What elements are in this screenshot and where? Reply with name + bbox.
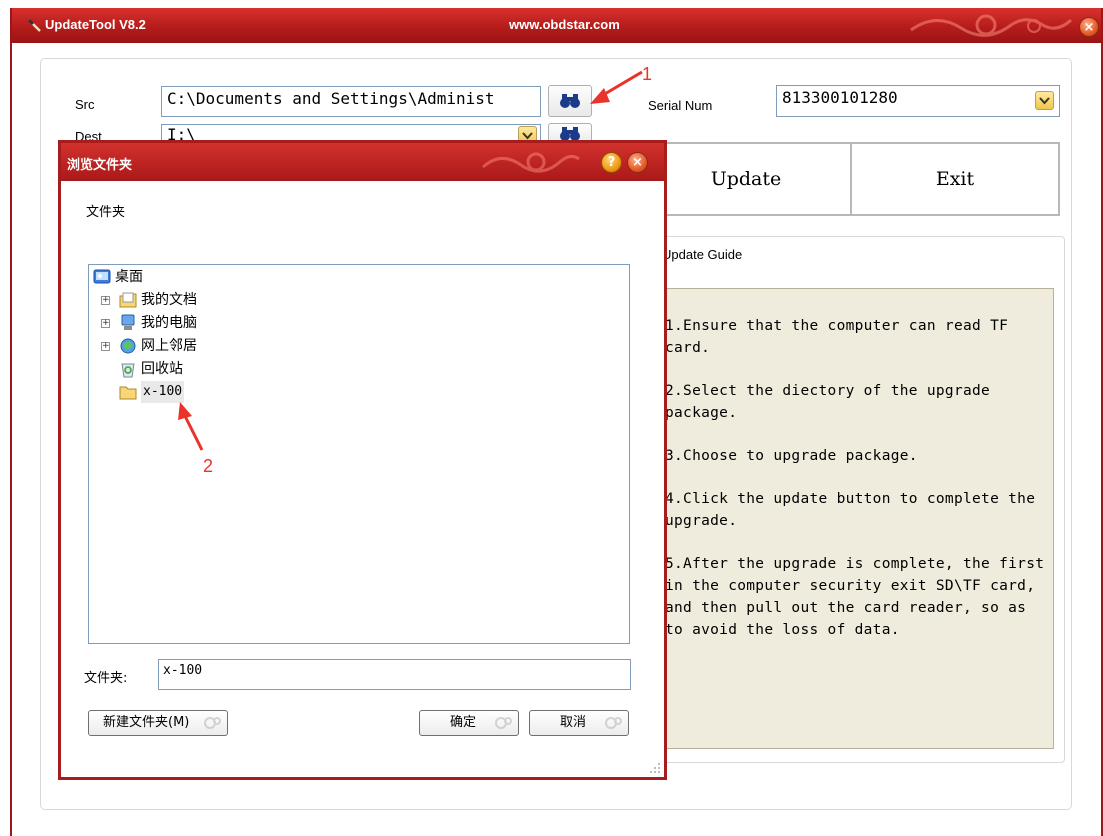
guide-step: 5.After the upgrade is complete, the fir… bbox=[665, 556, 1054, 638]
resize-grip-icon[interactable] bbox=[649, 762, 661, 774]
swirl-ornament-icon bbox=[910, 14, 1073, 37]
desktop-icon bbox=[93, 269, 111, 284]
dialog-title: 浏览文件夹 bbox=[67, 158, 133, 173]
ok-button-label: 确定 bbox=[450, 715, 477, 730]
annotation-number-1: 1 bbox=[642, 64, 653, 84]
dialog-close-button[interactable]: × bbox=[627, 152, 648, 173]
expand-icon[interactable]: + bbox=[101, 319, 110, 328]
my-documents-icon bbox=[119, 292, 137, 308]
expand-icon[interactable]: + bbox=[101, 342, 110, 351]
app-icon bbox=[28, 18, 41, 32]
window-close-button[interactable]: × bbox=[1079, 17, 1099, 37]
new-folder-button-label: 新建文件夹(M) bbox=[103, 715, 190, 730]
expand-icon[interactable]: + bbox=[101, 296, 110, 305]
swirl-ornament-icon bbox=[605, 717, 622, 729]
tree-item-label: 我的电脑 bbox=[141, 315, 197, 331]
folder-icon bbox=[119, 386, 137, 400]
recycle-bin-icon bbox=[121, 363, 135, 378]
src-label: Src bbox=[75, 97, 95, 112]
folder-tree[interactable]: 桌面 + 我的文档 + 我的电脑 + 网上邻居 回收站 x-100 bbox=[88, 264, 630, 644]
tree-item-label: 桌面 bbox=[115, 269, 143, 285]
guide-step: 1.Ensure that the computer can read TF c… bbox=[665, 318, 1018, 356]
tree-item-label: 网上邻居 bbox=[141, 338, 197, 354]
guide-step: 2.Select the diectory of the upgrade pac… bbox=[665, 383, 1000, 421]
update-guide-title: Update Guide bbox=[662, 247, 743, 262]
exit-button[interactable]: Exit bbox=[850, 142, 1060, 216]
swirl-ornament-icon bbox=[495, 717, 512, 729]
binoculars-icon bbox=[560, 94, 580, 108]
dialog-instruction: 文件夹 bbox=[86, 205, 126, 220]
ok-button[interactable]: 确定 bbox=[419, 710, 519, 736]
guide-step: 3.Choose to upgrade package. bbox=[665, 448, 918, 464]
app-title: UpdateTool V8.2 bbox=[45, 17, 146, 32]
src-path-field[interactable]: C:\Documents and Settings\Administ bbox=[161, 86, 541, 117]
update-guide-text: 1.Ensure that the computer can read TF c… bbox=[658, 288, 1054, 749]
cancel-button[interactable]: 取消 bbox=[529, 710, 629, 736]
title-bar[interactable]: UpdateTool V8.2 www.obdstar.com × bbox=[12, 8, 1101, 43]
serial-dropdown-icon[interactable] bbox=[1035, 91, 1054, 110]
folder-name-input[interactable]: x-100 bbox=[158, 659, 631, 690]
annotation-arrow-1 bbox=[590, 70, 643, 104]
my-computer-icon bbox=[121, 314, 135, 330]
swirl-ornament-icon bbox=[204, 717, 221, 729]
app-url: www.obdstar.com bbox=[509, 17, 620, 32]
help-button[interactable]: ? bbox=[601, 152, 622, 173]
browse-folder-dialog: 浏览文件夹 ? × 文件夹 桌面 + 我的文档 + 我的电脑 + 网上邻居 回收… bbox=[58, 140, 667, 780]
cancel-button-label: 取消 bbox=[560, 715, 587, 730]
new-folder-button[interactable]: 新建文件夹(M) bbox=[88, 710, 228, 736]
dialog-title-bar[interactable]: 浏览文件夹 ? × bbox=[61, 143, 664, 181]
serial-num-label: Serial Num bbox=[648, 98, 713, 113]
annotation-arrow-2 bbox=[178, 402, 204, 451]
network-icon bbox=[120, 338, 136, 354]
guide-step: 4.Click the update button to complete th… bbox=[665, 491, 1045, 529]
tree-item-label: 回收站 bbox=[141, 361, 183, 377]
folder-label: 文件夹: bbox=[84, 671, 128, 686]
update-button[interactable]: Update bbox=[640, 142, 852, 216]
annotation-number-2: 2 bbox=[203, 456, 214, 476]
chevron-down-icon bbox=[1039, 97, 1050, 105]
serial-num-combo[interactable]: 813300101280 bbox=[776, 85, 1060, 117]
swirl-ornament-icon bbox=[482, 152, 580, 173]
tree-item-label: 我的文档 bbox=[141, 292, 197, 308]
